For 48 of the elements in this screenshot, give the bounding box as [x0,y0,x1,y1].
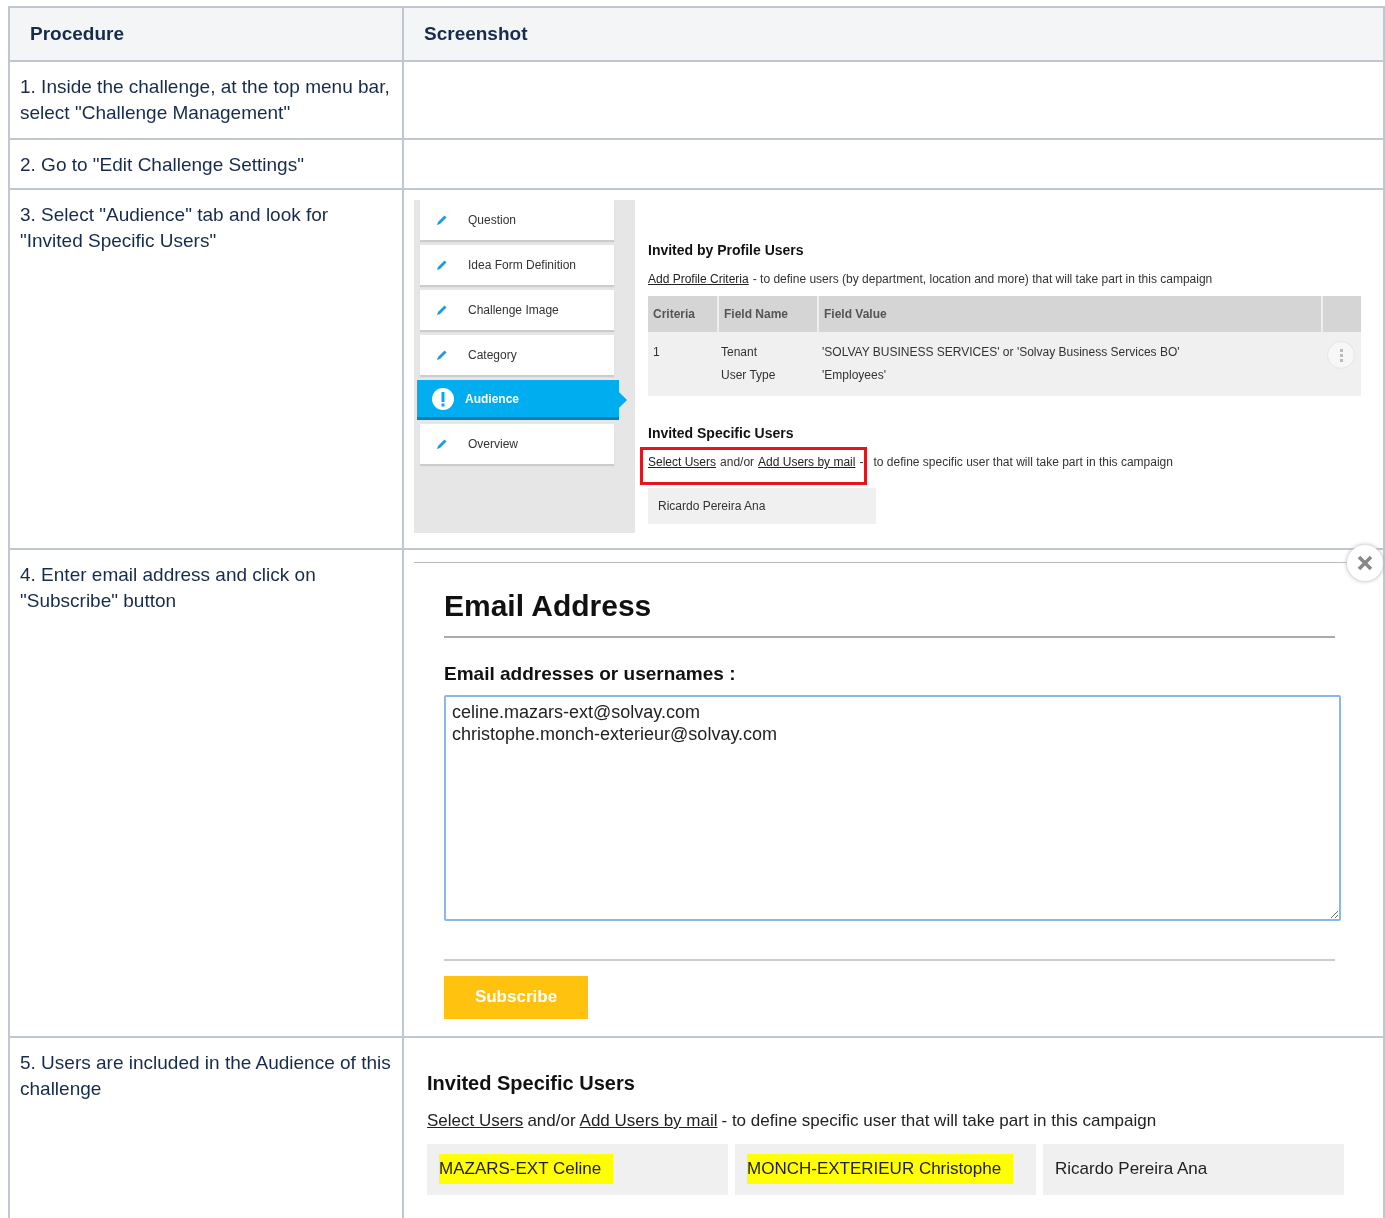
menu-item[interactable]: Category [420,335,614,375]
pencil-icon [436,259,448,271]
pencil-icon [436,304,448,316]
field-label: Email addresses or usernames : [444,662,737,686]
user-chip: Ricardo Pereira Ana [648,488,876,524]
column-header: Screenshot [404,8,1385,60]
section-title: Invited by Profile Users [648,241,805,260]
link[interactable]: Select Users [427,1111,524,1130]
user-chip: Ricardo Pereira Ana [1043,1143,1344,1195]
column-header: Criteria [652,306,697,323]
table-cell-text: 'Employees' [822,367,887,384]
step-text: 4. Enter email address and click on "Subscribe" button [20,563,317,613]
pencil-icon [436,438,448,450]
alert-icon [431,386,455,411]
user-chip: MONCH-EXTERIEUR Christophe [735,1143,1036,1195]
instruction-text: Add Profile Criteria - to define users (by department, location and more) that will take part in this campaign [648,271,1214,288]
step-text: 3. Select "Audience" tab and look for "Invited Specific Users" [20,203,330,253]
column-header: Field Value [817,296,1321,332]
close-icon [1357,555,1373,571]
step-text: 2. Go to "Edit Challenge Settings" [20,153,305,177]
user-chip: MAZARS-EXT Celine [427,1143,728,1195]
dialog-title: Email Address [444,563,1335,638]
pencil-icon [436,214,448,226]
menu-item[interactable]: Question [420,200,614,240]
link[interactable]: Add Users by mail [758,455,856,469]
table-cell-text: User Type [721,367,777,384]
step-text: 1. Inside the challenge, at the top menu bar, select "Challenge Management" [20,75,391,125]
more-icon[interactable] [1327,341,1355,369]
email-field[interactable]: celine.mazars-ext@solvay.com christophe.monch-exterieur@solvay.com [444,694,1341,921]
instruction-text: Select Users and/or Add Users by mail - to define specific user that will take part in this campaign [427,1110,1158,1132]
column-header: Procedure [10,8,404,60]
section-title: Invited Specific Users [648,424,795,443]
section-title: Invited Specific Users [427,1071,636,1096]
table-cell-text: 1 [652,344,661,361]
step-text: 5. Users are included in the Audience of this challenge [20,1051,392,1101]
pencil-icon [436,349,448,361]
table-cell-text: 'SOLVAY BUSINESS SERVICES' or 'Solvay Business Services BO' [822,344,1181,361]
menu-item[interactable]: Overview [420,424,614,464]
table-cell-text: Tenant [721,344,759,361]
column-header: Field Name [717,296,817,332]
menu-item[interactable]: Challenge Image [420,290,614,330]
pointer-icon [619,392,627,408]
link[interactable]: Select Users [648,455,717,469]
link[interactable]: Add Profile Criteria [648,272,749,286]
link[interactable]: Add Users by mail [579,1111,718,1130]
menu-item[interactable]: Idea Form Definition [420,245,614,285]
instruction-text: Select Users and/or Add Users by mail - to define specific user that will take part in this campaign [648,453,1361,471]
close-button[interactable] [1347,545,1383,581]
